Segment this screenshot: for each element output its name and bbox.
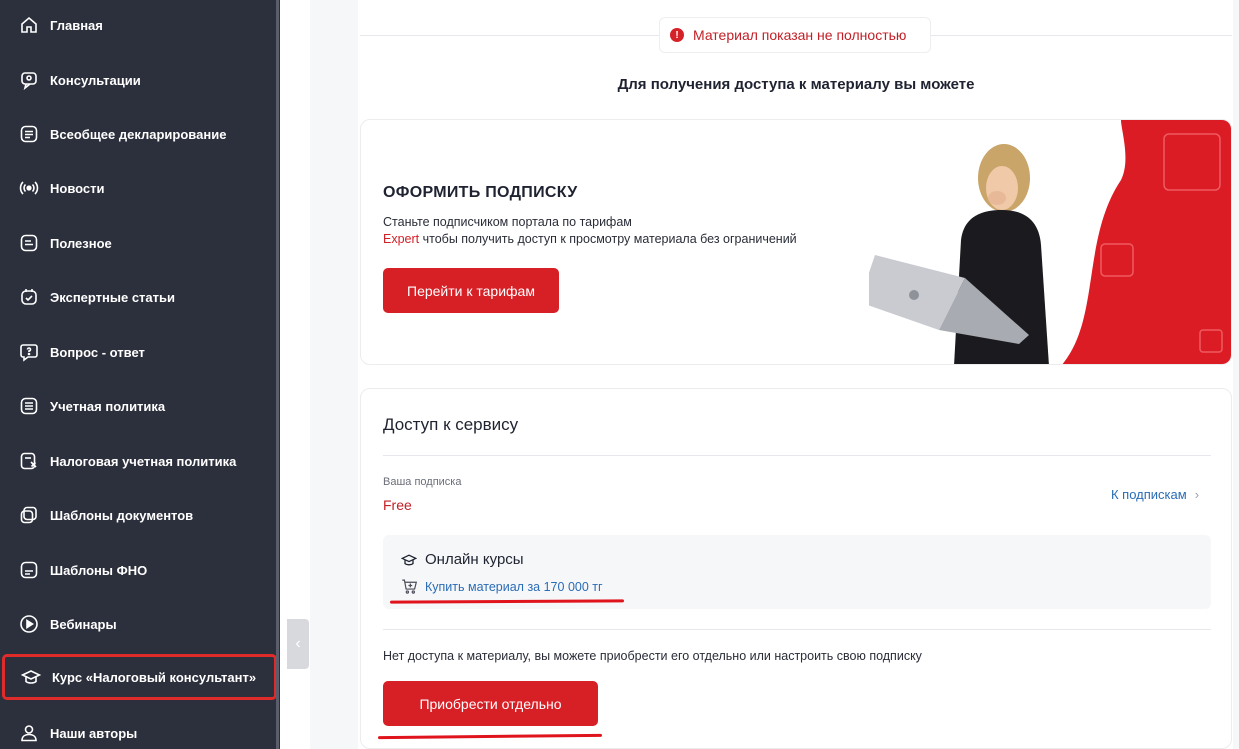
sidebar-item-label: Новости [50, 180, 105, 196]
sidebar-item-expert-articles[interactable]: Экспертные статьи [0, 274, 278, 320]
sidebar-item-label: Учетная политика [50, 398, 166, 414]
subscription-title: ОФОРМИТЬ ПОДПИСКУ [383, 184, 578, 201]
online-courses-label: Онлайн курсы [425, 551, 524, 568]
chevron-left-icon: ‹ [295, 635, 301, 652]
cart-icon [401, 578, 418, 595]
subscription-text-line2: чтобы получить доступ к просмотру матери… [419, 232, 797, 246]
sidebar-item-webinars[interactable]: Вебинары [0, 601, 278, 647]
notice-badge: ! Материал показан не полностью [659, 17, 931, 53]
document-list-icon [19, 124, 39, 144]
sidebar-item-tax-consultant-course[interactable]: Курс «Налоговый консультант» [2, 654, 277, 700]
graduation-cap-icon [401, 552, 417, 568]
chevron-right-icon: › [1194, 487, 1200, 502]
sidebar-collapse-button[interactable]: ‹ [287, 619, 309, 669]
notice-text: Материал показан не полностью [693, 27, 907, 43]
sidebar-item-label: Консультации [50, 72, 141, 88]
exclamation-icon: ! [670, 28, 684, 42]
broadcast-icon [19, 178, 39, 198]
divider [383, 629, 1211, 630]
graduation-cap-icon [21, 667, 41, 687]
tax-policy-icon [19, 451, 39, 471]
sidebar-item-home[interactable]: Главная [0, 2, 278, 48]
buy-material-label: Купить материал за 170 000 тг [425, 579, 603, 594]
sidebar-item-label: Вебинары [50, 616, 117, 632]
subscriptions-link[interactable]: К подпискам › [1111, 487, 1199, 502]
fno-templates-icon [19, 560, 39, 580]
sidebar-scrollbar[interactable] [276, 0, 279, 749]
subscription-card: ОФОРМИТЬ ПОДПИСКУ Станьте подписчиком по… [360, 119, 1232, 365]
service-access-title: Доступ к сервису [383, 415, 519, 434]
authors-icon [19, 723, 39, 743]
sidebar-item-accounting-policy[interactable]: Учетная политика [0, 383, 278, 429]
sidebar-item-useful[interactable]: Полезное [0, 220, 278, 266]
sidebar-item-news[interactable]: Новости [0, 165, 278, 211]
sidebar: Главная Консультации Всеобщее деклариров… [0, 0, 280, 749]
online-courses-title: Онлайн курсы [401, 551, 524, 568]
sidebar-item-consultations[interactable]: Консультации [0, 57, 278, 103]
sidebar-item-label: Полезное [50, 235, 112, 251]
subscription-description: Станьте подписчиком портала по тарифам E… [383, 214, 853, 248]
sidebar-item-label: Всеобщее декларирование [50, 126, 227, 142]
expert-plan-link[interactable]: Expert [383, 232, 419, 246]
subscription-plan-value: Free [383, 497, 412, 513]
sidebar-item-label: Шаблоны ФНО [50, 562, 148, 578]
useful-icon [19, 233, 39, 253]
sidebar-item-fno-templates[interactable]: Шаблоны ФНО [0, 547, 278, 593]
sidebar-item-label: Шаблоны документов [50, 507, 194, 523]
subscriptions-link-label: К подпискам [1111, 487, 1187, 502]
templates-icon [19, 505, 39, 525]
woman-with-laptop-image [869, 144, 1049, 364]
sidebar-item-label: Налоговая учетная политика [50, 453, 237, 469]
expert-icon [19, 287, 39, 307]
sidebar-item-doc-templates[interactable]: Шаблоны документов [0, 492, 278, 538]
online-courses-box: Онлайн курсы Купить материал за 170 000 … [383, 535, 1211, 609]
sidebar-item-authors[interactable]: Наши авторы [0, 710, 278, 749]
buy-material-link[interactable]: Купить материал за 170 000 тг [401, 578, 603, 595]
divider [383, 455, 1211, 456]
sidebar-item-tax-policy[interactable]: Налоговая учетная политика [0, 438, 278, 484]
no-access-note: Нет доступа к материалу, вы можете приоб… [383, 649, 922, 663]
promo-image [1062, 120, 1231, 364]
buy-separately-button[interactable]: Приобрести отдельно [383, 681, 598, 726]
service-access-card: Доступ к сервису Ваша подписка Free К по… [360, 388, 1232, 749]
go-to-tariffs-button[interactable]: Перейти к тарифам [383, 268, 559, 313]
access-heading: Для получения доступа к материалу вы мож… [617, 76, 975, 93]
sidebar-item-label: Наши авторы [50, 725, 138, 741]
policy-icon [19, 396, 39, 416]
home-icon [19, 15, 39, 35]
play-icon [19, 614, 39, 634]
sidebar-item-qa[interactable]: Вопрос - ответ [0, 329, 278, 375]
consult-icon [19, 70, 39, 90]
sidebar-item-label: Вопрос - ответ [50, 344, 145, 360]
question-icon [19, 342, 39, 362]
sidebar-item-label: Экспертные статьи [50, 289, 176, 305]
subscription-text-line1: Станьте подписчиком портала по тарифам [383, 215, 632, 229]
sidebar-item-label: Курс «Налоговый консультант» [52, 669, 257, 685]
sidebar-item-label: Главная [50, 17, 103, 33]
subscription-label: Ваша подписка [383, 476, 462, 488]
sidebar-item-declaration[interactable]: Всеобщее декларирование [0, 111, 278, 157]
